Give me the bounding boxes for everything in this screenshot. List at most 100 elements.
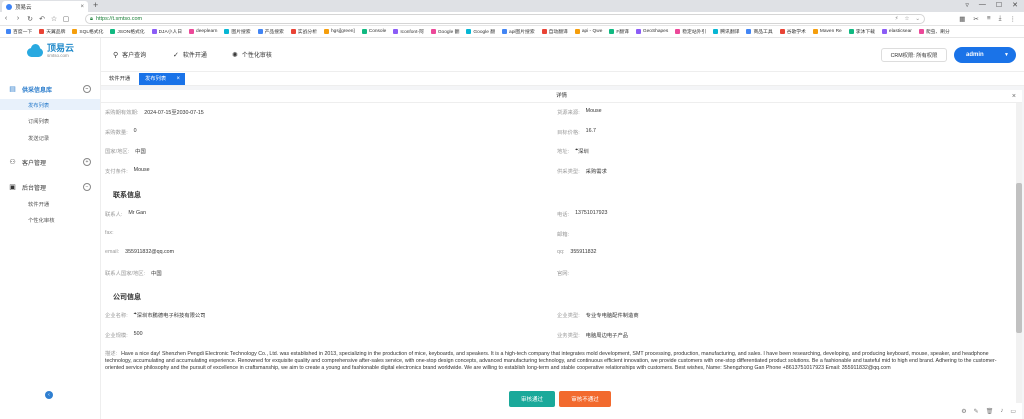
sidebar-group-supply[interactable]: ▤ 供采信息库 −: [0, 83, 101, 95]
field-fax: fax:: [105, 230, 114, 236]
bookmark-favicon-icon: [324, 29, 329, 34]
detail-dialog: 详情 × 采购期有效期: 2024-07-15至2030-07-15 货源来源:…: [101, 90, 1022, 419]
bookmark-item[interactable]: elasticsear: [881, 29, 912, 34]
sidebar-item-custom-review[interactable]: 个性化审核: [0, 214, 100, 225]
reject-button[interactable]: 审核不通过: [559, 391, 611, 407]
restore-icon[interactable]: ▿: [965, 1, 969, 9]
collapse-icon[interactable]: −: [83, 85, 91, 93]
user-menu-button[interactable]: admin ▼: [954, 47, 1016, 63]
bookmark-favicon-icon: [848, 29, 854, 34]
sidebar-item-send-records[interactable]: 发送记录: [0, 132, 100, 143]
dialog-close-icon[interactable]: ×: [1012, 90, 1016, 103]
nav-customer-query[interactable]: ⚲ 客户查询: [113, 50, 146, 60]
sidebar-item-publish-list[interactable]: 发布列表: [0, 99, 100, 110]
bookmark-favicon-icon: [39, 29, 45, 34]
bookmark-item[interactable]: Iconfont-阿: [393, 28, 424, 35]
bookmark-star-icon[interactable]: ☆: [904, 16, 909, 22]
sidebar-group-admin[interactable]: ▣ 后台管理 −: [0, 181, 101, 193]
bookmark-item[interactable]: 百度一下: [6, 28, 32, 35]
settings-icon[interactable]: ⚙: [961, 408, 966, 415]
lightning-icon[interactable]: ⚡︎: [895, 16, 899, 22]
tab-list-icon[interactable]: ▢: [60, 15, 72, 23]
logo-domain: smtso.com: [47, 53, 69, 58]
bookmark-item[interactable]: 实战分析: [290, 28, 317, 35]
dialog-scrollbar[interactable]: [1016, 103, 1022, 403]
collapse-icon[interactable]: −: [83, 183, 91, 191]
undo-icon[interactable]: ↶: [36, 15, 48, 23]
tab-software-activation[interactable]: 软件开通: [109, 74, 130, 84]
bell-icon[interactable]: ♪: [1000, 408, 1003, 415]
address-bar-row: ‹ › ↻ ↶ ☆ ▢ 🔒︎ https://t.smtso.com ⚡︎ ☆ ⌄ …: [0, 12, 1024, 26]
url-input[interactable]: 🔒︎ https://t.smtso.com ⚡︎ ☆ ⌄: [85, 14, 925, 24]
collapse-sidebar-icon[interactable]: ‹: [45, 391, 53, 399]
bookmark-item[interactable]: JSON格式化: [110, 28, 145, 35]
apps-grid-icon[interactable]: ▦: [959, 15, 965, 23]
section-company-title: 公司信息: [113, 294, 141, 301]
username: admin: [966, 52, 984, 58]
bookmark-item[interactable]: SQL格式化: [72, 28, 103, 35]
bookmark-item[interactable]: 天翼品牌: [39, 28, 65, 35]
bookmark-item[interactable]: 自动翻译: [541, 28, 568, 35]
bookmark-item[interactable]: 产品搜索: [257, 28, 284, 35]
cut-icon[interactable]: ✂: [973, 15, 978, 23]
bookmark-item[interactable]: 商品工具: [746, 28, 773, 35]
image-icon[interactable]: ▭: [1010, 408, 1016, 415]
bookmark-favicon-icon: [224, 29, 230, 34]
bookmark-item[interactable]: GeoShapes: [635, 29, 668, 34]
bookmark-favicon-icon: [881, 29, 887, 34]
tab-title: 顶易云: [15, 4, 32, 11]
approve-button[interactable]: 审核通过: [509, 391, 555, 407]
reload-icon[interactable]: ↻: [24, 15, 36, 23]
bookmark-item[interactable]: hgsj[green]: [324, 29, 355, 34]
sidebar-item-software-activation[interactable]: 软件开通: [0, 198, 100, 209]
field-company-name: 企业名称: ⌖ 深圳市鹏德电子科技有限公司: [105, 311, 206, 319]
maximize-icon[interactable]: ☐: [996, 1, 1002, 9]
bookmark-item[interactable]: F翻译: [609, 28, 629, 35]
bookmark-item[interactable]: api - Qwe: [574, 29, 602, 34]
sidebar-group-customers[interactable]: ⚇ 客户管理 +: [0, 156, 101, 168]
dropdown-icon[interactable]: ⌄: [915, 16, 920, 22]
delete-icon[interactable]: 🗑︎: [986, 408, 994, 415]
bookmark-item[interactable]: 谷歌学术: [779, 28, 806, 35]
bookmark-item[interactable]: api图片搜索: [502, 28, 535, 35]
back-icon[interactable]: ‹: [0, 15, 12, 22]
bookmark-item[interactable]: 腾讯翻译: [713, 28, 739, 35]
sidebar-item-subscribe-list[interactable]: 订阅列表: [0, 115, 100, 126]
menu-icon[interactable]: ≡: [987, 15, 991, 23]
nav-software-activation[interactable]: ✓ 软件开通: [173, 50, 207, 60]
close-tab-icon[interactable]: ×: [80, 4, 84, 10]
database-icon: ▤: [9, 86, 16, 93]
bookmark-item[interactable]: Maven Re: [812, 29, 842, 34]
chevron-down-icon: ▼: [1004, 52, 1009, 58]
url-text: https://t.smtso.com: [95, 16, 143, 22]
bookmark-item[interactable]: 李沐下载: [848, 28, 875, 35]
close-icon[interactable]: ×: [176, 73, 180, 85]
expand-icon[interactable]: +: [83, 158, 91, 166]
bookmark-favicon-icon: [257, 29, 263, 34]
bookmark-item[interactable]: 爬虫、刷分: [918, 28, 950, 35]
new-tab-icon[interactable]: +: [93, 0, 98, 10]
close-window-icon[interactable]: ✕: [1012, 1, 1018, 9]
user-search-icon: ⚲: [113, 51, 119, 59]
download-icon[interactable]: ⤓: [999, 15, 1002, 23]
star-icon[interactable]: ☆: [48, 15, 60, 23]
bookmark-item[interactable]: DJA小人日: [151, 28, 182, 35]
bookmark-item[interactable]: Google 翻: [466, 28, 495, 35]
browser-tab[interactable]: 顶易云 ×: [2, 1, 88, 12]
bookmark-item[interactable]: 稳定站外引: [675, 28, 706, 35]
tab-publish-list[interactable]: 发布列表 ×: [139, 73, 185, 85]
bookmark-item[interactable]: deeplearn: [189, 29, 217, 34]
bookmark-favicon-icon: [151, 29, 157, 34]
bookmark-item[interactable]: Google 翻: [430, 28, 459, 35]
forward-icon[interactable]: ›: [12, 15, 24, 22]
bookmark-favicon-icon: [812, 29, 818, 34]
bookmark-item[interactable]: 图片搜索: [224, 28, 251, 35]
field-phone: 电话: 13751017923: [557, 210, 608, 218]
more-icon[interactable]: ⋮: [1010, 15, 1017, 23]
edit-icon[interactable]: ✎: [974, 408, 979, 415]
nav-custom-review[interactable]: ✺ 个性化审核: [232, 50, 272, 60]
scrollbar-thumb[interactable]: [1016, 183, 1022, 333]
bookmark-favicon-icon: [675, 29, 681, 34]
bookmark-item[interactable]: Console: [361, 29, 386, 34]
minimize-icon[interactable]: —: [979, 1, 986, 9]
